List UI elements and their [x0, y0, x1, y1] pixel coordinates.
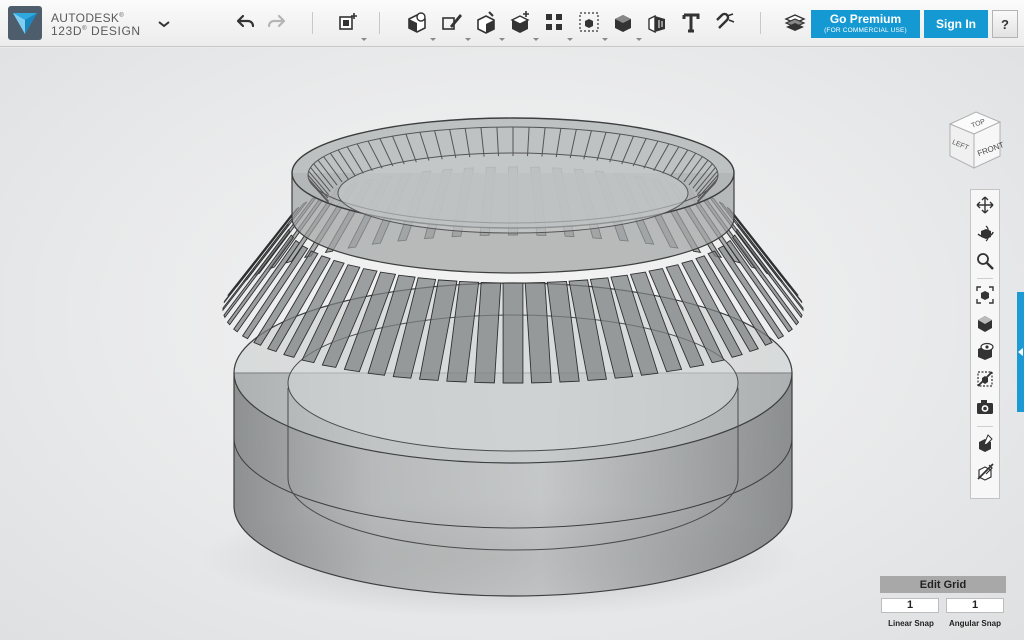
snap-button[interactable] — [712, 9, 738, 35]
materials-toggle-icon[interactable] — [975, 369, 995, 389]
help-button[interactable]: ? — [992, 10, 1018, 38]
gear-hub — [291, 117, 735, 274]
edit-grid-panel: Edit Grid 1 1 Linear Snap Angular Snap — [880, 576, 1006, 632]
snap-icon — [716, 12, 735, 29]
dropdown-caret — [465, 38, 471, 41]
premium-sublabel: (FOR COMMERCIAL USE) — [824, 27, 907, 34]
brand-company: AUTODESK® — [51, 11, 124, 25]
construct-button[interactable] — [473, 9, 499, 35]
grouping-icon — [579, 12, 599, 32]
fit-icon[interactable] — [975, 285, 995, 305]
linear-snap-label: Linear Snap — [888, 619, 934, 628]
gear-model[interactable] — [0, 48, 1024, 640]
undo-icon — [236, 14, 255, 28]
pattern-icon — [546, 14, 562, 30]
angular-snap-label: Angular Snap — [948, 619, 1001, 628]
dropdown-caret — [602, 38, 608, 41]
brand-product: 123D® DESIGN — [51, 24, 141, 38]
dropdown-caret — [567, 38, 573, 41]
materials-icon — [784, 14, 806, 31]
dropdown-caret — [636, 38, 642, 41]
angular-snap-input[interactable]: 1 — [946, 598, 1004, 613]
view-cube[interactable]: TOP FRONT LEFT — [944, 106, 1004, 176]
sketch-icon — [442, 14, 462, 30]
top-toolbar: AUTODESK® 123D® DESIGN Go Premium (FOR C… — [0, 0, 1024, 47]
premium-label: Go Premium — [829, 12, 902, 26]
transform-button[interactable] — [335, 9, 361, 35]
view-mode-icon[interactable] — [975, 313, 995, 333]
edit-grid-button[interactable]: Edit Grid — [880, 576, 1006, 593]
text-button[interactable] — [678, 9, 704, 35]
dropdown-caret — [499, 38, 505, 41]
toolbar-divider — [379, 12, 380, 34]
sketch-button[interactable] — [439, 9, 465, 35]
screenshot-icon[interactable] — [975, 397, 995, 417]
grouping-button[interactable] — [576, 9, 602, 35]
redo-icon — [267, 14, 286, 28]
measure-icon — [648, 14, 665, 34]
primitives-button[interactable] — [404, 9, 430, 35]
dropdown-caret — [430, 38, 436, 41]
pan-icon[interactable] — [975, 195, 995, 215]
modify-icon — [510, 11, 530, 33]
go-premium-button[interactable]: Go Premium (FOR COMMERCIAL USE) — [811, 10, 920, 38]
undo-button[interactable] — [232, 9, 258, 35]
navbar-divider — [977, 426, 993, 427]
modify-button[interactable] — [507, 9, 533, 35]
dropdown-caret — [533, 38, 539, 41]
combine-button[interactable] — [610, 9, 636, 35]
navigation-bar — [970, 189, 1000, 499]
construct-icon — [477, 11, 495, 34]
materials-button[interactable] — [782, 9, 808, 35]
zoom-icon[interactable] — [975, 251, 995, 271]
app-menu-chevron-icon[interactable] — [154, 14, 174, 34]
measure-button[interactable] — [644, 9, 670, 35]
orbit-icon[interactable] — [975, 223, 995, 243]
toolbar-divider — [312, 12, 313, 34]
redo-button[interactable] — [264, 9, 290, 35]
text-icon — [682, 13, 700, 33]
edit-grid-icon[interactable] — [975, 433, 995, 453]
toolbar-divider — [760, 12, 761, 34]
hide-show-icon[interactable] — [975, 461, 995, 481]
navbar-divider — [977, 278, 993, 279]
transform-icon — [339, 13, 357, 30]
pattern-button[interactable] — [541, 9, 567, 35]
autodesk-logo-icon — [8, 6, 42, 40]
linear-snap-input[interactable]: 1 — [881, 598, 939, 613]
primitives-icon — [408, 12, 426, 33]
gear-tooth — [502, 282, 524, 384]
sign-in-button[interactable]: Sign In — [924, 10, 988, 38]
visibility-icon[interactable] — [975, 341, 995, 361]
collapse-arrow-icon — [1018, 348, 1023, 356]
combine-icon — [615, 15, 631, 32]
3d-viewport[interactable]: TOP FRONT LEFT — [0, 48, 1024, 640]
dropdown-caret — [361, 38, 367, 41]
